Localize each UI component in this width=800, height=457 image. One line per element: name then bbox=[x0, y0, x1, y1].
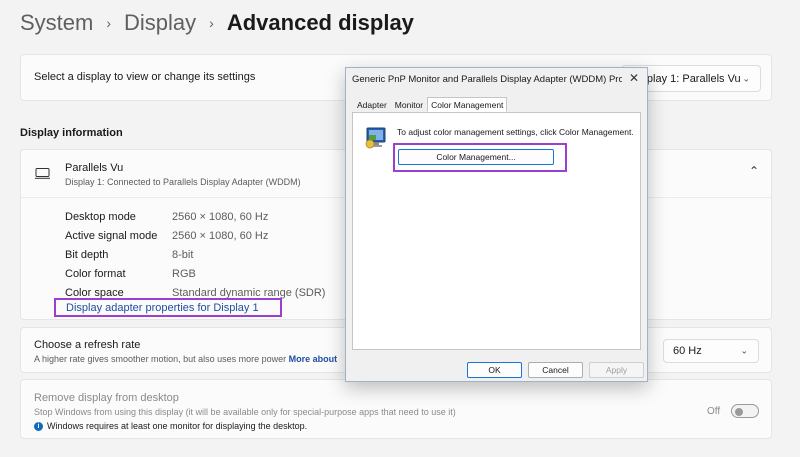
remove-display-note-text: Windows requires at least one monitor fo… bbox=[47, 421, 308, 431]
apply-button[interactable]: Apply bbox=[589, 362, 644, 378]
property-row: Bit depth 8-bit bbox=[65, 245, 325, 264]
refresh-rate-title: Choose a refresh rate bbox=[34, 339, 141, 351]
property-row: Active signal mode 2560 × 1080, 60 Hz bbox=[65, 226, 325, 245]
property-row: Color format RGB bbox=[65, 264, 325, 283]
tab-monitor[interactable]: Monitor bbox=[391, 97, 427, 112]
property-key: Bit depth bbox=[65, 248, 109, 261]
close-icon[interactable]: ✕ bbox=[629, 71, 639, 85]
refresh-rate-subtitle-text: A higher rate gives smoother motion, but… bbox=[34, 354, 287, 364]
chevron-right-icon: › bbox=[106, 15, 112, 31]
dialog-title: Generic PnP Monitor and Parallels Displa… bbox=[352, 74, 622, 85]
remove-display-title: Remove display from desktop bbox=[34, 392, 179, 404]
property-value: 2560 × 1080, 60 Hz bbox=[172, 229, 269, 242]
remove-display-toggle[interactable] bbox=[731, 404, 759, 418]
breadcrumb-display[interactable]: Display bbox=[124, 10, 196, 36]
monitor-description: Display 1: Connected to Parallels Displa… bbox=[65, 177, 301, 187]
toggle-knob bbox=[735, 407, 743, 416]
remove-display-subtitle: Stop Windows from using this display (it… bbox=[34, 407, 456, 417]
display-properties: Desktop mode 2560 × 1080, 60 Hz Active s… bbox=[65, 207, 325, 302]
property-row: Desktop mode 2560 × 1080, 60 Hz bbox=[65, 207, 325, 226]
refresh-rate-subtitle: A higher rate gives smoother motion, but… bbox=[34, 354, 337, 364]
refresh-rate-value: 60 Hz bbox=[673, 345, 702, 357]
ok-button[interactable]: OK bbox=[467, 362, 522, 378]
breadcrumb: System › Display › Advanced display bbox=[20, 8, 414, 38]
tab-color-management[interactable]: Color Management bbox=[427, 97, 508, 112]
property-value: RGB bbox=[172, 267, 196, 280]
chevron-down-icon: ⌄ bbox=[742, 73, 750, 83]
color-management-panel: To adjust color management settings, cli… bbox=[352, 112, 641, 350]
breadcrumb-system[interactable]: System bbox=[20, 10, 93, 36]
dialog-tabs: Adapter Monitor Color Management bbox=[353, 97, 508, 112]
chevron-down-icon: ⌄ bbox=[740, 345, 748, 356]
color-management-instruction: To adjust color management settings, cli… bbox=[397, 127, 634, 137]
cancel-button[interactable]: Cancel bbox=[528, 362, 583, 378]
remove-display-note: i Windows requires at least one monitor … bbox=[34, 421, 307, 431]
monitor-name: Parallels Vu bbox=[65, 162, 124, 174]
more-about-link[interactable]: More about bbox=[289, 354, 338, 364]
section-title-display-information: Display information bbox=[20, 127, 123, 139]
monitor-icon bbox=[35, 168, 50, 179]
property-key: Color space bbox=[65, 286, 124, 299]
property-value: 2560 × 1080, 60 Hz bbox=[172, 210, 269, 223]
refresh-rate-select[interactable]: 60 Hz ⌄ bbox=[663, 339, 759, 363]
chevron-right-icon: › bbox=[209, 15, 214, 31]
color-management-icon bbox=[365, 127, 386, 149]
page-title: Advanced display bbox=[226, 10, 414, 35]
property-key: Color format bbox=[65, 267, 126, 280]
adapter-properties-dialog: Generic PnP Monitor and Parallels Displa… bbox=[345, 67, 648, 382]
toggle-label: Off bbox=[707, 406, 721, 417]
color-management-button[interactable]: Color Management... bbox=[398, 149, 554, 165]
tab-adapter[interactable]: Adapter bbox=[353, 97, 391, 112]
remove-display-card: Remove display from desktop Stop Windows… bbox=[20, 379, 772, 439]
property-value: Standard dynamic range (SDR) bbox=[172, 286, 326, 299]
property-value: 8-bit bbox=[172, 248, 194, 261]
property-key: Desktop mode bbox=[65, 210, 136, 223]
chevron-up-icon[interactable]: ⌃ bbox=[749, 164, 759, 178]
select-display-label: Select a display to view or change its s… bbox=[34, 71, 256, 83]
property-key: Active signal mode bbox=[65, 229, 158, 242]
info-icon: i bbox=[34, 421, 43, 431]
display-adapter-properties-link[interactable]: Display adapter properties for Display 1 bbox=[54, 298, 282, 317]
